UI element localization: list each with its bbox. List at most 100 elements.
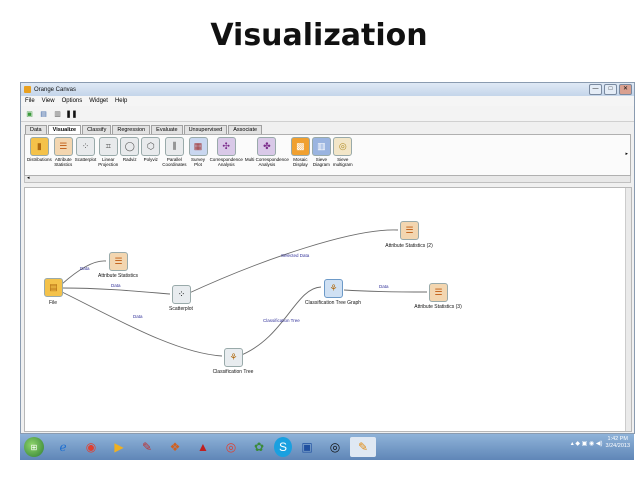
window-title: Orange Canvas [34, 86, 77, 93]
paint-icon[interactable]: ✎ [134, 437, 160, 457]
correspondence-icon: ✣ [216, 137, 236, 156]
widget-multi-correspondence-analysis[interactable]: ✤ Multi Correspondence Analysis [245, 135, 289, 167]
document-app-icon[interactable]: ▣ [294, 437, 320, 457]
office-icon[interactable]: ▲ [190, 437, 216, 457]
windows-taskbar: ⊞ ℯ ◉ ▶ ✎ ❖ ▲ ◎ ✿ S ▣ ◎ ✎ ▴ ◆ ▣ ◉ ◀) 1:4… [20, 434, 634, 460]
node-attribute-statistics[interactable]: ☰ [109, 252, 128, 271]
widget-label: Polyviz [143, 157, 158, 162]
orange-canvas-taskbar-icon[interactable]: ✎ [350, 437, 376, 457]
parallel-coordinates-icon: ⫼ [164, 137, 184, 156]
menu-file[interactable]: File [25, 98, 35, 104]
media-player-icon[interactable]: ▶ [106, 437, 132, 457]
node-scatterplot[interactable]: ⁘ [172, 285, 191, 304]
widget-parallel-coordinates[interactable]: ⫼ Parallel Coordinates [162, 135, 187, 167]
menu-bar: File View Options Widget Help [21, 96, 634, 106]
window-titlebar[interactable]: Orange Canvas — □ ✕ [21, 83, 634, 96]
tab-unsupervised[interactable]: Unsupervised [183, 125, 228, 134]
widget-label: Sieve multigram [332, 157, 353, 167]
node-label-classification-tree-graph: Classification Tree Graph [304, 300, 362, 306]
link-label-file-scatterplot: Data [111, 283, 121, 288]
widget-attribute-statistics[interactable]: ☰ Attribute Statistics [53, 135, 73, 167]
maximize-button[interactable]: □ [604, 84, 617, 95]
node-attribute-statistics-3[interactable]: ☰ [429, 283, 448, 302]
node-attribute-statistics-2[interactable]: ☰ [400, 221, 419, 240]
tab-evaluate[interactable]: Evaluate [151, 125, 183, 134]
widget-survey-plot[interactable]: ▦ Survey Plot [188, 135, 208, 167]
new-schema-icon[interactable]: ▣ [25, 109, 34, 118]
node-file[interactable]: ▤ [44, 278, 63, 297]
widget-label: Linear Projection [98, 157, 119, 167]
link-file-scatterplot [61, 287, 171, 295]
scroll-left-arrow-icon[interactable]: ◂ [27, 176, 30, 181]
widget-linear-projection[interactable]: ⌗ Linear Projection [98, 135, 118, 167]
tray-icons[interactable]: ▴ ◆ ▣ ◉ ◀) [571, 440, 603, 447]
widget-radviz[interactable]: ◯ Radviz [120, 135, 140, 162]
widget-scatterplot[interactable]: ⁘ Scatterplot [74, 135, 97, 162]
start-button[interactable]: ⊞ [24, 437, 44, 457]
boxplot-icon: ☰ [53, 137, 73, 156]
menu-view[interactable]: View [42, 98, 55, 104]
network-app-icon[interactable]: ✿ [246, 437, 272, 457]
tab-visualize[interactable]: Visualize [47, 125, 82, 134]
system-tray: ▴ ◆ ▣ ◉ ◀) 1:42 PM 3/24/2013 [571, 436, 630, 450]
link-file-classification-tree [61, 291, 223, 357]
sieve-multigram-icon: ◎ [333, 137, 353, 156]
glasses-icon[interactable]: ◎ [322, 437, 348, 457]
minimize-button[interactable]: — [589, 84, 602, 95]
orange-app-icon [24, 86, 31, 93]
save-icon[interactable]: ▤ [39, 109, 48, 118]
widget-correspondence-analysis[interactable]: ✣ Correspondence Analysis [210, 135, 243, 167]
link-label-file-attribute-statistics: Data [80, 266, 90, 271]
widget-label: Scatterplot [74, 157, 97, 162]
tab-data[interactable]: Data [25, 125, 47, 134]
node-classification-tree[interactable]: ⚘ [224, 348, 243, 367]
link-label-file-classification-tree: Data [133, 314, 143, 319]
chrome-icon[interactable]: ◉ [78, 437, 104, 457]
widget-mosaic-display[interactable]: ▩ Mosaic Display [290, 135, 310, 167]
menu-options[interactable]: Options [62, 98, 83, 104]
node-label-attribute-statistics-2: Attribute Statistics (2) [385, 243, 433, 249]
tab-classify[interactable]: Classify [82, 125, 112, 134]
widget-label: Correspondence Analysis [209, 157, 243, 167]
schema-canvas[interactable]: ▤ File ☰ Attribute Statistics ⁘ Scatterp… [24, 187, 632, 432]
projection-icon: ⌗ [98, 137, 118, 156]
link-label-tree-tree-graph: Classification Tree [263, 318, 300, 323]
skype-icon[interactable]: S [274, 437, 292, 457]
widget-label: Mosaic Display [292, 157, 308, 167]
widget-tabs: Data Visualize Classify Regression Evalu… [21, 124, 634, 134]
node-classification-tree-graph[interactable]: ⚘ [324, 279, 343, 298]
sieve-icon: ▥ [311, 137, 331, 156]
clock-date: 3/24/2013 [605, 443, 630, 449]
widget-polyviz[interactable]: ⬡ Polyviz [141, 135, 161, 162]
widget-distributions[interactable]: ▮ Distributions [27, 135, 52, 162]
survey-plot-icon: ▦ [188, 137, 208, 156]
print-icon[interactable]: ▥ [53, 109, 62, 118]
menu-help[interactable]: Help [115, 98, 127, 104]
slide-title: Visualization [210, 18, 428, 53]
link-tree-graph-attribute-statistics-3 [343, 289, 428, 293]
widget-label: Sieve Diagram [312, 157, 330, 167]
browser-icon[interactable]: ◎ [218, 437, 244, 457]
tab-regression[interactable]: Regression [112, 125, 151, 134]
tab-associate[interactable]: Associate [228, 125, 263, 134]
bar-chart-icon: ▮ [29, 137, 49, 156]
widget-sieve-diagram[interactable]: ▥ Sieve Diagram [311, 135, 331, 167]
toolbox-scrollbar[interactable]: ◂ [24, 176, 631, 183]
link-lines [61, 229, 428, 357]
node-label-scatterplot: Scatterplot [169, 306, 193, 312]
link-label-scatterplot-attribute-statistics-2: Selected Data [281, 253, 310, 258]
node-label-classification-tree: Classification Tree [212, 369, 254, 375]
radviz-icon: ◯ [120, 137, 140, 156]
scatterplot-icon: ⁘ [76, 137, 96, 156]
internet-explorer-icon[interactable]: ℯ [50, 437, 76, 457]
app-icon[interactable]: ❖ [162, 437, 188, 457]
scroll-right-arrow-icon[interactable]: ▸ [625, 151, 628, 157]
menu-widget[interactable]: Widget [89, 98, 108, 104]
clock[interactable]: 1:42 PM 3/24/2013 [606, 436, 630, 450]
pause-icon[interactable]: ❚❚ [66, 109, 78, 118]
widget-sieve-multigram[interactable]: ◎ Sieve multigram [333, 135, 353, 167]
close-button[interactable]: ✕ [619, 84, 632, 95]
toolbar: ▣ ▤ ▥ ❚❚ [21, 106, 634, 122]
canvas-scrollbar[interactable] [625, 188, 631, 431]
widget-label: Survey Plot [191, 157, 206, 167]
